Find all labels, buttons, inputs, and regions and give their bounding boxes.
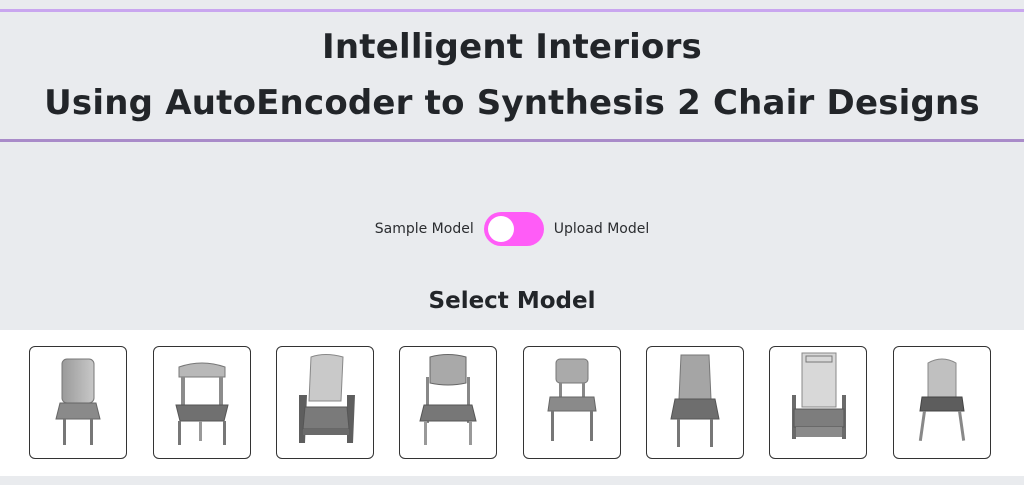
chair-5-icon bbox=[547, 358, 597, 441]
chair-card-8[interactable] bbox=[893, 346, 991, 459]
page-header: Intelligent Interiors Using AutoEncoder … bbox=[0, 9, 1024, 142]
page-title: Intelligent Interiors bbox=[322, 27, 702, 67]
page-subtitle: Using AutoEncoder to Synthesis 2 Chair D… bbox=[44, 83, 980, 123]
chair-2-icon bbox=[175, 362, 229, 445]
chair-7-icon bbox=[792, 352, 846, 439]
bottom-band bbox=[0, 476, 1024, 485]
toggle-knob bbox=[487, 216, 514, 242]
chair-card-6[interactable] bbox=[646, 346, 744, 459]
mode-toggle-row: Sample Model Upload Model bbox=[0, 210, 1024, 248]
model-gallery bbox=[0, 330, 1024, 476]
chair-6-icon bbox=[670, 354, 720, 447]
top-stripe bbox=[0, 0, 1024, 4]
chair-card-1[interactable] bbox=[29, 346, 127, 459]
chair-card-4[interactable] bbox=[399, 346, 497, 459]
mode-toggle-switch[interactable] bbox=[483, 212, 544, 246]
chair-card-3[interactable] bbox=[276, 346, 374, 459]
chair-card-2[interactable] bbox=[153, 346, 251, 459]
sample-model-label: Sample Model bbox=[374, 221, 474, 237]
chair-3-icon bbox=[299, 354, 355, 443]
chair-1-icon bbox=[55, 358, 101, 445]
chair-4-icon bbox=[419, 354, 477, 445]
chair-card-7[interactable] bbox=[769, 346, 867, 459]
chair-8-icon bbox=[918, 358, 966, 441]
select-model-heading: Select Model bbox=[428, 288, 596, 314]
chair-card-5[interactable] bbox=[523, 346, 621, 459]
upload-model-label: Upload Model bbox=[553, 221, 650, 237]
